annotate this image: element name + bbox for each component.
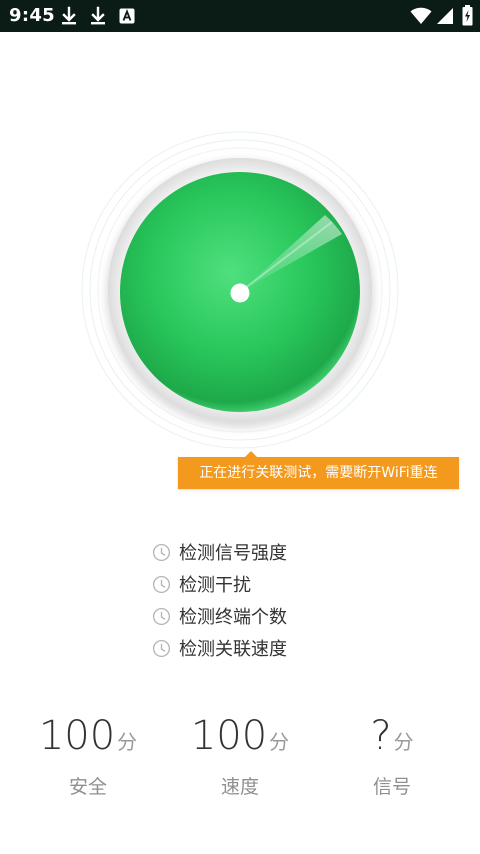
reconnect-tooltip: 正在进行关联测试，需要断开WiFi重连: [178, 457, 459, 489]
check-item-label: 检测干扰: [179, 575, 251, 596]
check-item-label: 检测终端个数: [179, 607, 287, 628]
score-security: 100 分 安全: [8, 706, 168, 799]
clock-icon: [152, 543, 171, 561]
score-label: 安全: [68, 776, 107, 798]
download-icon: [89, 6, 107, 26]
score-value: 100: [38, 713, 116, 759]
download-icon: [60, 6, 78, 26]
battery-charging-icon: [462, 5, 473, 26]
check-item-terminal-count: 检测终端个数: [152, 600, 372, 632]
check-item-label: 检测关联速度: [179, 639, 287, 660]
status-bar: 9:45: [0, 0, 480, 32]
score-label: 信号: [372, 776, 411, 798]
wifi-icon: [410, 7, 432, 25]
check-item-interference: 检测干扰: [152, 568, 372, 600]
check-item-association-speed: 检测关联速度: [152, 632, 372, 664]
score-panel: 100 分 安全 100 分 速度 ? 分 信号: [0, 706, 480, 816]
score-signal: ? 分 信号: [312, 706, 472, 799]
check-item-label: 检测信号强度: [179, 543, 287, 564]
score-unit: 分: [117, 730, 138, 754]
score-value: 100: [190, 713, 268, 759]
score-value: ?: [370, 713, 392, 759]
score-unit: 分: [393, 730, 414, 754]
cell-signal-icon: [436, 7, 454, 25]
check-item-signal-strength: 检测信号强度: [152, 536, 372, 568]
accessibility-a-icon: [119, 8, 135, 24]
wifi-test-gauge: [80, 130, 400, 450]
clock-icon: [152, 575, 171, 593]
score-unit: 分: [269, 730, 290, 754]
score-speed: 100 分 速度: [160, 706, 320, 799]
check-list: 检测信号强度 检测干扰 检测终端个数 检测关联速度: [152, 536, 372, 664]
clock-icon: [152, 607, 171, 625]
score-label: 速度: [220, 776, 259, 798]
clock-icon: [152, 639, 171, 657]
status-time: 9:45: [9, 5, 55, 26]
